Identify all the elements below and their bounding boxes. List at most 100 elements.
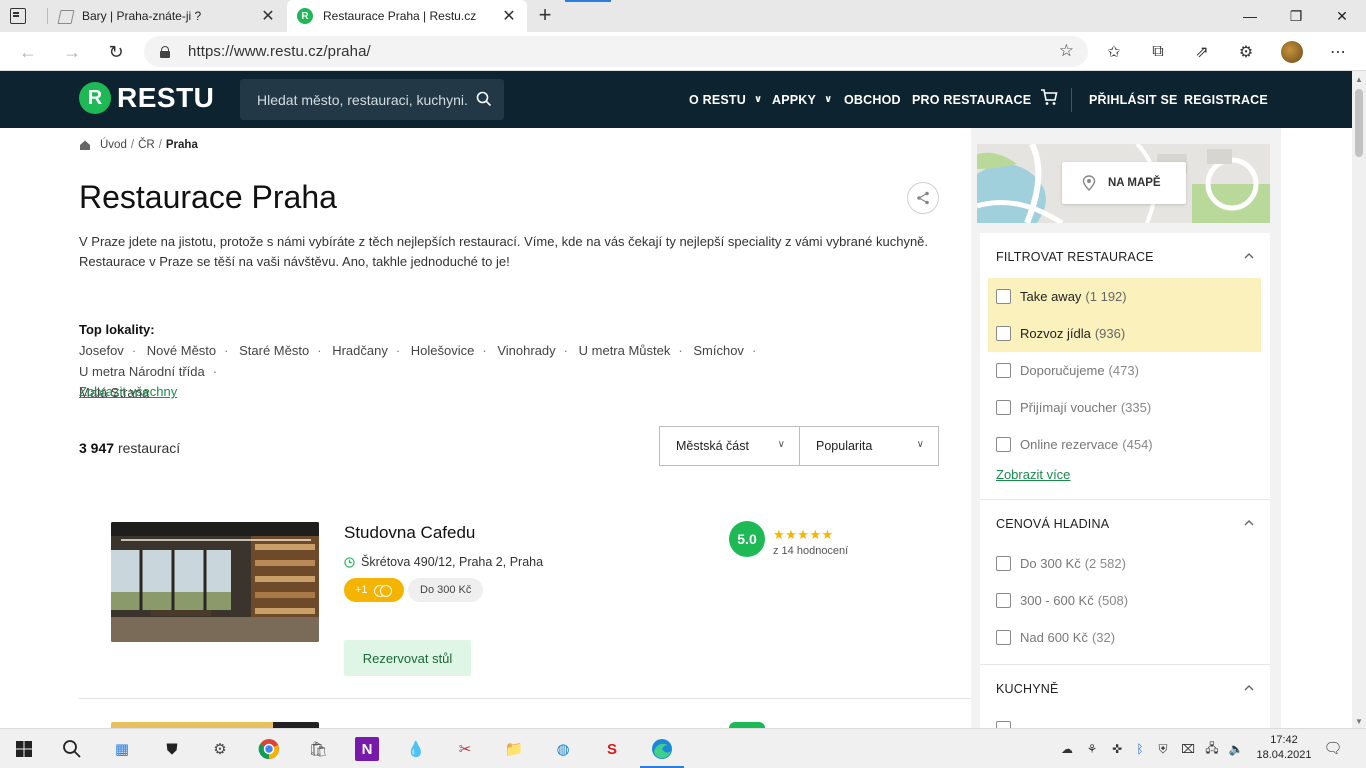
settings-gear-icon[interactable]: ⚙ [208,737,232,761]
nav-pro-restaurace[interactable]: PRO RESTAURACE [912,71,1031,128]
checkbox[interactable] [996,363,1011,378]
sort-select[interactable]: Popularita ∨ [799,426,939,466]
checkbox[interactable] [996,289,1011,304]
lock-icon[interactable] [160,45,170,58]
windows-start-icon[interactable] [12,737,36,761]
cuisine-panel-title[interactable]: KUCHYNĚ [996,682,1059,696]
bug-icon[interactable]: ⚘ [1084,741,1100,757]
battery-icon[interactable]: ⌧ [1180,741,1196,757]
show-on-map-button[interactable]: NA MAPĚ [1062,162,1186,204]
location-link[interactable]: U metra Můstek [579,343,671,358]
restu-logo[interactable]: R RESTU [79,82,214,114]
browser-tab-restu[interactable]: R Restaurace Praha | Restu.cz ✕ [287,0,527,32]
volume-icon[interactable]: 🔈 [1228,741,1244,757]
url-text[interactable]: https://www.restu.cz/praha/ [188,43,371,60]
share-icon[interactable]: ⇗ [1191,41,1213,63]
price-filter-do-300[interactable]: Do 300 Kč (2 582) [988,545,1261,582]
new-tab-button[interactable]: + [535,4,555,26]
filter-rozvoz[interactable]: Rozvoz jídla (936) [988,315,1261,352]
price-panel-title[interactable]: CENOVÁ HLADINA [996,517,1109,531]
file-explorer-icon[interactable]: 📁 [502,737,526,761]
login-link[interactable]: PŘIHLÁSIT SE [1089,71,1178,128]
location-link[interactable]: Staré Město [239,343,309,358]
restaurant-photo[interactable] [111,522,319,642]
security-shield-icon[interactable]: ⛊ [160,737,184,761]
checkbox[interactable] [996,437,1011,452]
chevron-up-icon[interactable] [1244,685,1254,691]
location-link[interactable]: Hradčany [332,343,388,358]
onenote-icon[interactable]: N [355,737,379,761]
reserve-table-button[interactable]: Rezervovat stůl [344,640,471,676]
search-input[interactable] [240,79,468,120]
checkbox[interactable] [996,630,1011,645]
notifications-icon[interactable]: 🗨 [1323,740,1342,757]
control-panel-icon[interactable]: ▦ [110,737,134,761]
store-icon[interactable]: 🛍 [306,737,330,761]
checkbox[interactable] [996,556,1011,571]
show-more-filters-link[interactable]: Zobrazit více [996,467,1070,482]
tab-close-icon[interactable]: ✕ [260,6,276,26]
filter-panel-title[interactable]: FILTROVAT RESTAURACE [996,250,1154,264]
location-link[interactable]: Vinohrady [497,343,555,358]
offer-badge[interactable]: +1 [344,578,404,602]
search-icon[interactable] [60,737,84,761]
minimize-button[interactable]: — [1227,0,1273,32]
defender-icon[interactable]: ⛨ [1155,741,1171,757]
antivirus-icon[interactable]: ✜ [1109,741,1125,757]
location-link[interactable]: Holešovice [411,343,475,358]
network-icon[interactable]: 🖧 [1204,741,1220,757]
favorites-icon[interactable]: ✩ [1103,41,1125,63]
close-window-button[interactable]: ✕ [1319,0,1365,32]
checkbox[interactable] [996,326,1011,341]
cart-icon[interactable] [1040,88,1058,106]
bluetooth-icon[interactable]: ᛒ [1132,741,1148,757]
show-all-locations-link[interactable]: Zobrazit všechny [79,384,177,399]
nav-o-restu[interactable]: O RESTU ∨ [689,71,762,128]
location-link[interactable]: Nové Město [147,343,216,358]
home-icon[interactable] [79,139,91,151]
location-link[interactable]: Smíchov [693,343,744,358]
onedrive-icon[interactable]: ☁ [1059,741,1075,757]
location-link[interactable]: U metra Národní třída [79,364,205,379]
edge-icon[interactable] [650,737,674,761]
checkbox[interactable] [996,721,1011,728]
system-clock[interactable]: 17:42 18.04.2021 [1254,733,1314,763]
extensions-icon[interactable]: ⚙ [1235,41,1257,63]
url-field[interactable]: https://www.restu.cz/praha/ ☆ [144,36,1088,67]
scroll-thumb[interactable] [1355,89,1363,157]
maps-icon[interactable]: ◍ [551,737,575,761]
browser-tab-bary[interactable]: Bary | Praha-znáte-ji ? ✕ [48,0,286,32]
register-link[interactable]: REGISTRACE [1184,71,1268,128]
filter-voucher[interactable]: Přijímají voucher (335) [988,389,1261,426]
price-filter-300-600[interactable]: 300 - 600 Kč (508) [988,582,1261,619]
forward-icon[interactable]: → [58,38,86,66]
chrome-icon[interactable] [257,737,281,761]
more-menu-icon[interactable]: ⋯ [1327,41,1349,63]
paint-drop-icon[interactable]: 💧 [404,737,428,761]
snipping-tool-icon[interactable]: ✂ [453,737,477,761]
checkbox[interactable] [996,593,1011,608]
app-s-icon[interactable]: S [600,737,624,761]
filter-doporucujeme[interactable]: Doporučujeme (473) [988,352,1261,389]
filter-take-away[interactable]: Take away (1 192) [988,278,1261,315]
share-button[interactable] [907,182,939,214]
restaurant-name-link[interactable]: Studovna Cafedu [344,523,475,543]
profile-avatar[interactable] [1281,41,1303,63]
collections-icon[interactable]: ⧉ [1147,41,1169,63]
page-scrollbar[interactable]: ▲ ▼ [1352,71,1366,728]
nav-appky[interactable]: APPKY ∨ [772,71,832,128]
location-link[interactable]: Josefov [79,343,124,358]
tab-close-icon[interactable]: ✕ [501,6,517,26]
district-select[interactable]: Městská část ∨ [659,426,800,466]
scroll-up-icon[interactable]: ▲ [1355,75,1363,84]
back-icon[interactable]: ← [14,38,42,66]
chevron-up-icon[interactable] [1244,253,1254,259]
breadcrumb-cr[interactable]: ČR [138,139,155,151]
nav-obchod[interactable]: OBCHOD [844,71,901,128]
search-icon[interactable] [476,91,492,107]
checkbox[interactable] [996,400,1011,415]
scroll-down-icon[interactable]: ▼ [1355,717,1363,726]
breadcrumb-uvod[interactable]: Úvod [100,139,127,151]
add-favorite-icon[interactable]: ☆ [1059,41,1074,61]
window-menu-icon[interactable] [10,8,26,24]
